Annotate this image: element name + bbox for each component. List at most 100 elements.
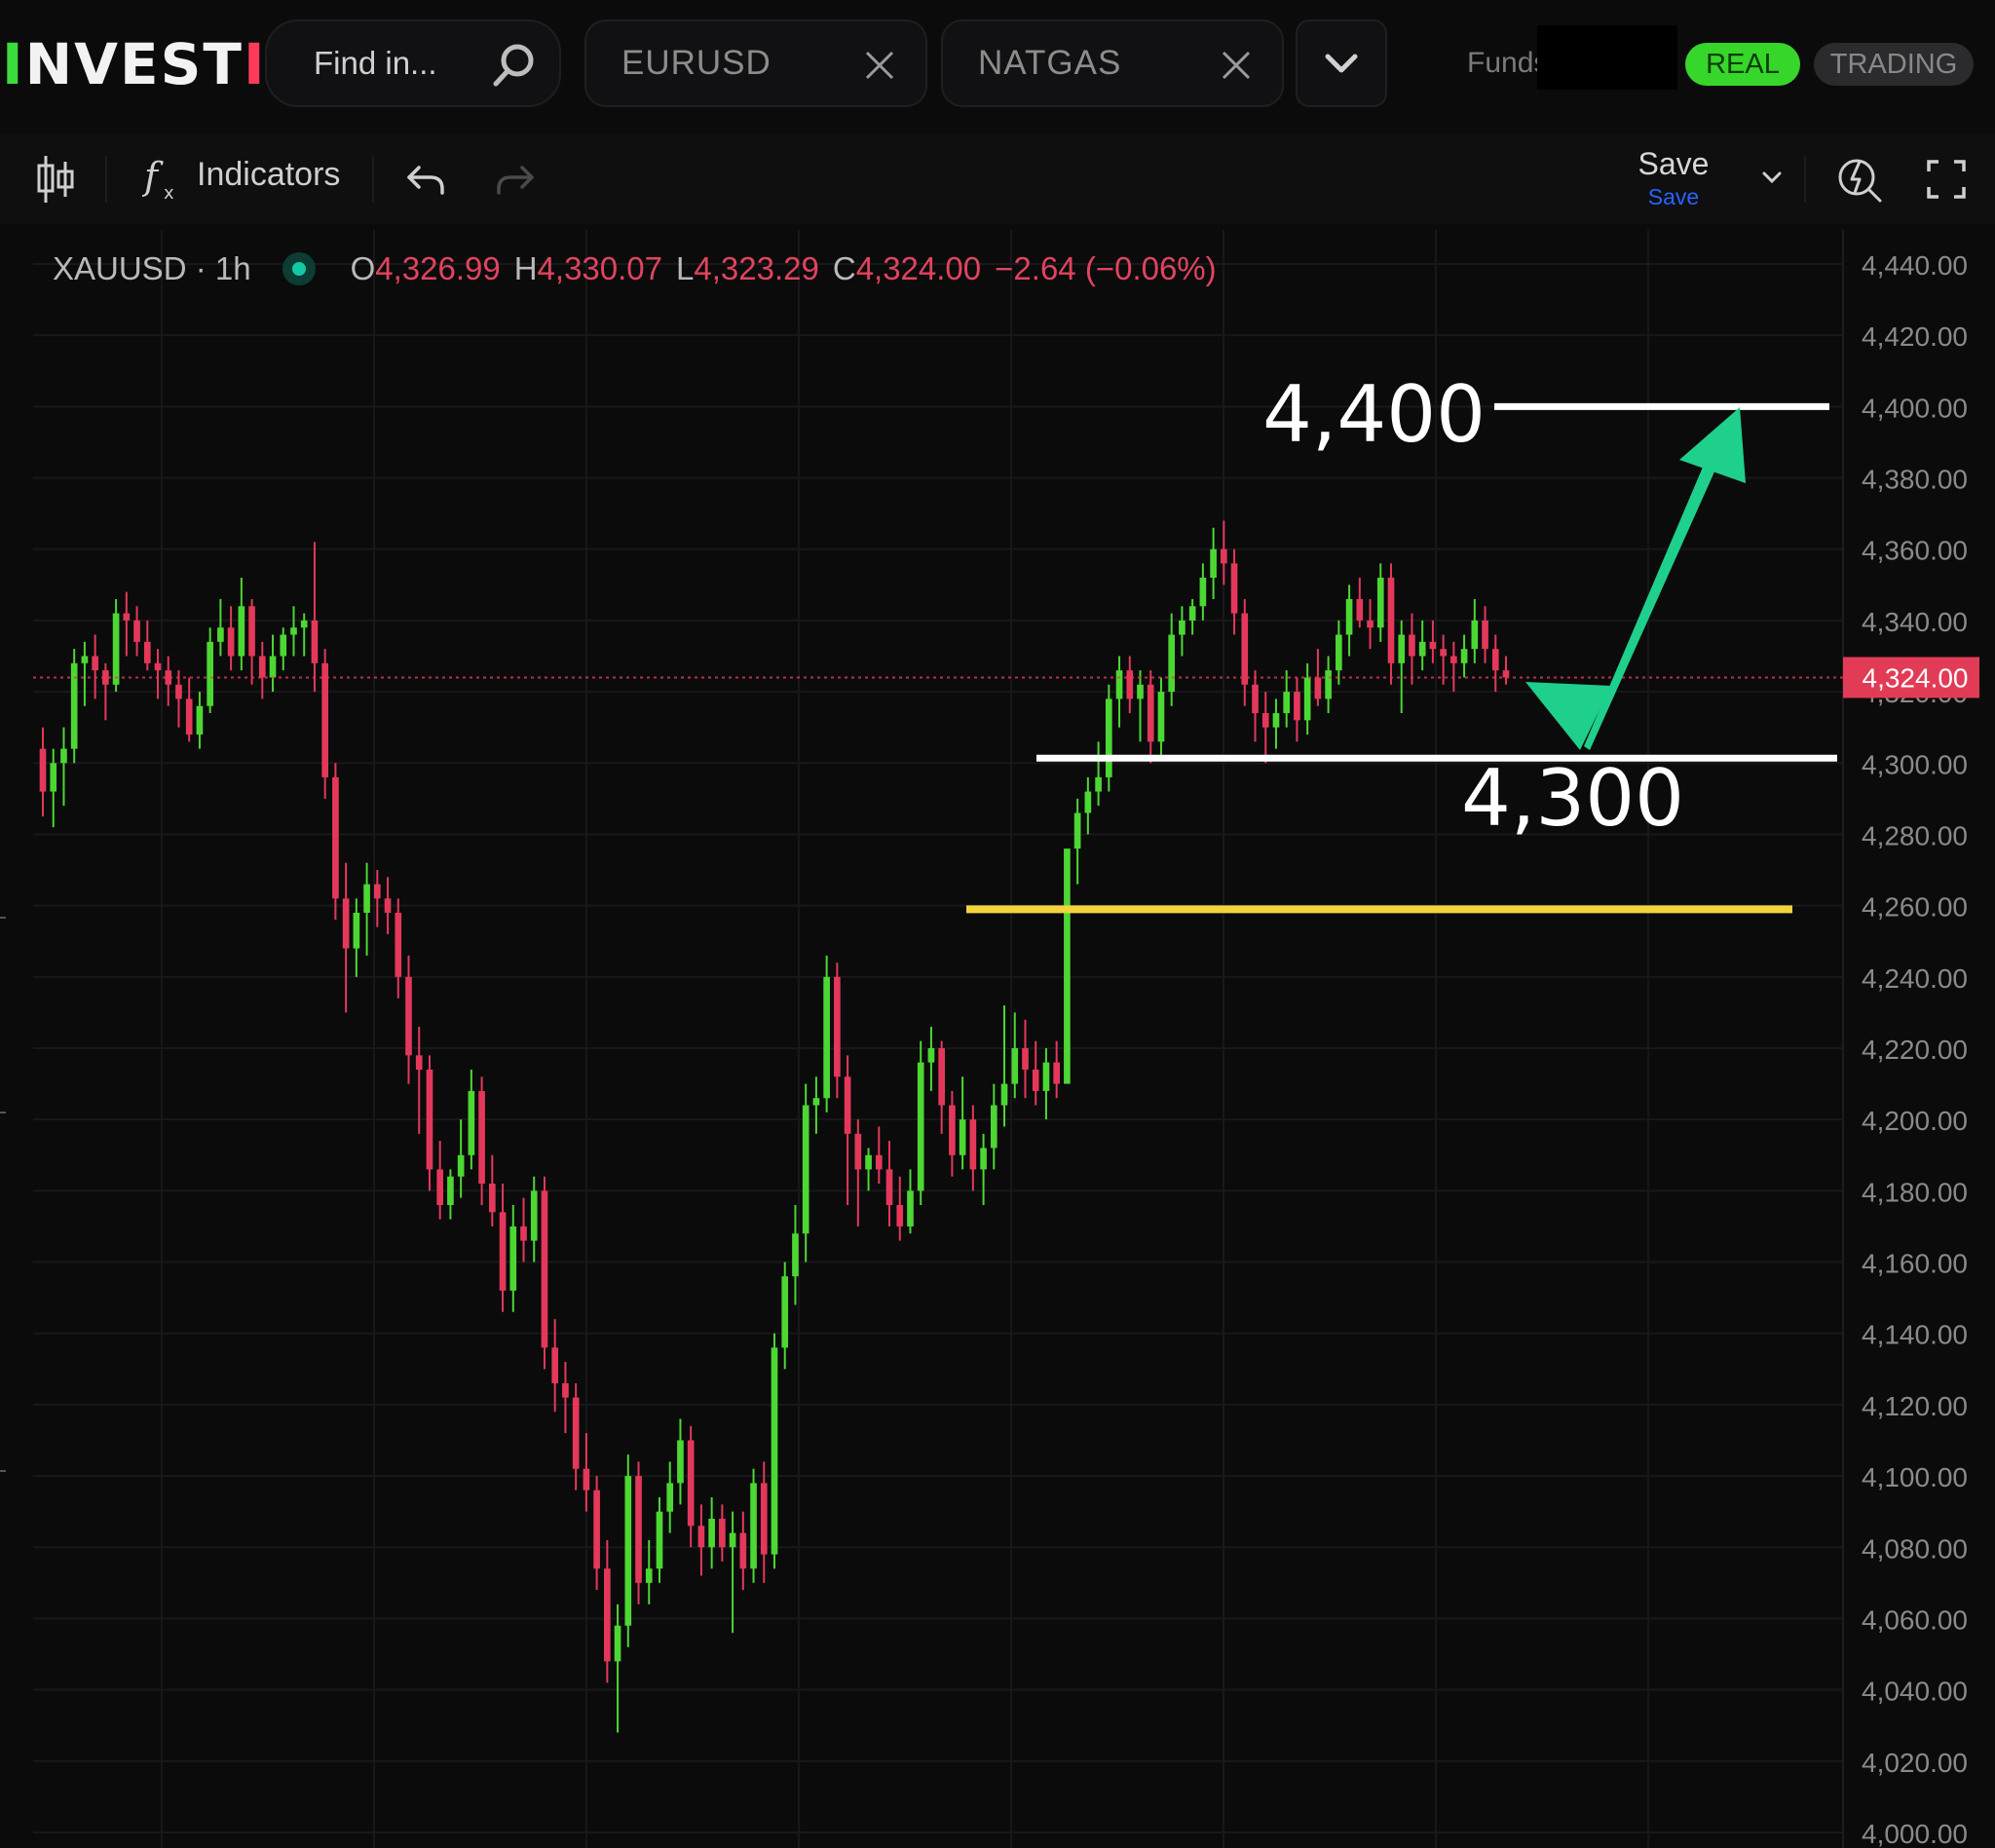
candle-body <box>321 662 328 777</box>
candle-body <box>697 1526 705 1548</box>
change-value: −2.64 (−0.06%) <box>995 250 1217 286</box>
candlestick-type-icon[interactable] <box>35 154 76 205</box>
undo-icon[interactable] <box>405 160 448 199</box>
indicators-button[interactable]: Indicators <box>197 156 340 194</box>
candle-body <box>489 1184 496 1213</box>
chart-canvas[interactable]: 4,440.00 4,420.00 4,400.00 4,380.00 4,360.00… <box>0 230 1995 1848</box>
candle-body <box>1272 713 1280 728</box>
candle-body <box>1418 641 1426 657</box>
redo-icon[interactable] <box>493 160 536 199</box>
candle-body <box>530 1190 538 1241</box>
candle-body <box>311 620 319 663</box>
y-axis-tick-label: 4,140.00 <box>1862 1320 1968 1350</box>
toolbar-divider <box>372 156 374 203</box>
market-status-dot <box>282 252 316 285</box>
candle-body <box>572 1397 580 1469</box>
search-icon[interactable] <box>489 41 538 90</box>
y-axis-tick-label: 4,440.00 <box>1862 250 1968 281</box>
y-axis-tick-label: 4,380.00 <box>1862 465 1968 495</box>
search-input[interactable]: Find in... <box>265 19 561 107</box>
candle-body <box>50 763 57 792</box>
trading-mode-toggle[interactable]: TRADING <box>1814 43 1974 86</box>
candle-body <box>509 1226 517 1291</box>
current-price-tag-label: 4,324.00 <box>1863 662 1969 693</box>
chevron-down-icon[interactable] <box>1759 168 1785 187</box>
y-axis-tick-label: 4,240.00 <box>1862 963 1968 994</box>
tab-label: NATGAS <box>978 44 1122 82</box>
y-axis-tick-label: 4,160.00 <box>1862 1249 1968 1279</box>
candle-body <box>1336 634 1342 671</box>
candle-body <box>300 620 308 628</box>
candle-body <box>332 776 339 899</box>
y-axis-tick-label: 4,080.00 <box>1862 1533 1968 1564</box>
candle-body <box>1105 698 1112 777</box>
candle-body <box>1252 684 1259 714</box>
candle-body <box>593 1490 600 1569</box>
y-axis-tick-label: 4,040.00 <box>1862 1677 1968 1707</box>
candle-body <box>175 684 182 699</box>
close-icon[interactable] <box>1218 47 1255 84</box>
candle-body <box>541 1190 548 1348</box>
candle-body <box>185 698 193 735</box>
candle-body <box>342 898 350 949</box>
candle-body <box>143 641 151 663</box>
candle-body <box>1022 1048 1029 1070</box>
funds-label: Funds <box>1467 47 1549 79</box>
chart-toolbar: f x Indicators Save Save <box>0 134 1995 224</box>
candle-body <box>1073 812 1081 849</box>
candle-body <box>60 748 67 764</box>
candle-body <box>39 748 47 792</box>
candle-body <box>280 634 287 657</box>
toolbar-divider <box>105 156 107 203</box>
candle-body <box>792 1233 799 1277</box>
candle-body <box>1230 563 1238 614</box>
logo-letter-1: I <box>2 31 25 97</box>
candle-body <box>1199 578 1207 607</box>
candle-body <box>844 1076 851 1134</box>
candle-body <box>1450 656 1457 663</box>
target-price-label: 4,400 <box>1262 369 1487 460</box>
up-arrow-shaft <box>1584 444 1724 750</box>
candle-body <box>447 1176 454 1205</box>
y-axis-tick-label: 4,000.00 <box>1862 1819 1968 1848</box>
candle-body <box>269 656 277 678</box>
candle-body <box>70 662 78 749</box>
symbol-timeframe[interactable]: XAUUSD · 1h <box>53 250 251 287</box>
candle-body <box>1356 598 1364 621</box>
fullscreen-icon[interactable] <box>1925 158 1968 201</box>
candle-body <box>885 1169 893 1205</box>
candle-body <box>823 976 830 1099</box>
tab-eurusd[interactable]: EURUSD <box>584 19 927 107</box>
close-icon[interactable] <box>861 47 898 84</box>
candle-body <box>760 1483 768 1555</box>
y-axis-tick-label: 4,200.00 <box>1862 1106 1968 1136</box>
candle-body <box>1095 776 1102 792</box>
y-axis-tick-label: 4,280.00 <box>1862 820 1968 850</box>
save-button[interactable]: Save Save <box>1617 146 1730 210</box>
tab-natgas[interactable]: NATGAS <box>941 19 1284 107</box>
candle-body <box>1460 649 1468 663</box>
candle-body <box>468 1090 475 1155</box>
candle-body <box>938 1048 945 1106</box>
price-chart[interactable]: 4,440.00 4,420.00 4,400.00 4,380.00 4,360.00… <box>0 230 1995 1848</box>
quick-search-icon[interactable] <box>1835 152 1884 205</box>
candle-body <box>92 656 98 671</box>
more-tabs-button[interactable] <box>1296 19 1387 107</box>
candle-body <box>562 1382 569 1398</box>
candle-body <box>990 1105 998 1149</box>
candle-body <box>290 627 297 635</box>
close-value: 4,324.00 <box>855 250 982 286</box>
candle-body <box>750 1483 757 1569</box>
logo-letter-2: NVEST <box>24 31 244 97</box>
candle-body <box>499 1212 507 1291</box>
real-account-toggle[interactable]: REAL <box>1685 43 1800 86</box>
candle-body <box>875 1154 883 1170</box>
candle-body <box>1367 620 1374 628</box>
candle-body <box>258 656 266 678</box>
function-icon[interactable]: f x <box>142 154 181 203</box>
candle-body <box>1440 649 1447 657</box>
candle-body <box>1147 684 1154 742</box>
candle-body <box>1042 1062 1050 1091</box>
candle-body <box>666 1483 674 1512</box>
candle-body <box>949 1105 956 1155</box>
